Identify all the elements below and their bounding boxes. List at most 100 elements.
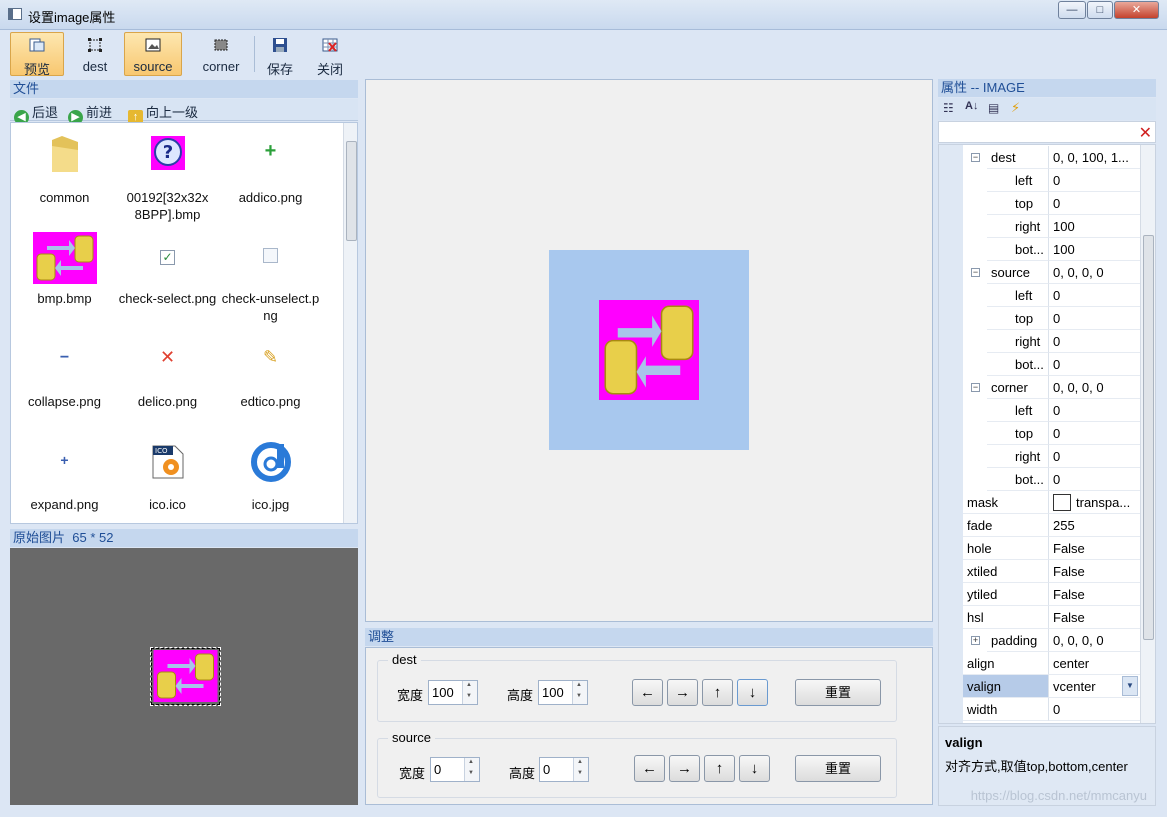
property-row[interactable]: left 0 [939, 284, 1140, 307]
scroll-thumb[interactable] [1143, 235, 1154, 640]
file-item[interactable]: bmp.bmp [13, 232, 116, 307]
property-value[interactable]: 0 [1048, 698, 1140, 721]
property-value[interactable]: center [1048, 652, 1140, 675]
source-up-button[interactable]: ↑ [704, 755, 735, 782]
dest-button[interactable]: dest [68, 32, 122, 76]
property-value[interactable]: 0 [1048, 445, 1140, 468]
dropdown-arrow-icon[interactable]: ▼ [1122, 676, 1138, 696]
source-height-input[interactable]: 0 [539, 757, 589, 782]
color-swatch[interactable] [1053, 494, 1071, 511]
property-search-input[interactable]: ✕ [938, 121, 1156, 143]
minimize-button[interactable]: — [1058, 1, 1086, 19]
expand-icon[interactable]: + [971, 636, 980, 645]
property-row[interactable]: right 100 [939, 215, 1140, 238]
property-row[interactable]: left 0 [939, 399, 1140, 422]
property-value[interactable]: 0 [1048, 192, 1140, 215]
file-item[interactable]: common [13, 131, 116, 206]
property-value[interactable]: 255 [1048, 514, 1140, 537]
dest-down-button[interactable]: ↓ [737, 679, 768, 706]
corner-button[interactable]: corner [190, 32, 252, 76]
property-row[interactable]: − corner 0, 0, 0, 0 [939, 376, 1140, 399]
back-button[interactable]: ◀ 后退 [14, 102, 58, 125]
property-row[interactable]: valign vcenter ▼ [939, 675, 1140, 698]
property-row[interactable]: width 0 [939, 698, 1140, 721]
property-value[interactable]: 0 [1048, 468, 1140, 491]
file-item[interactable]: ico.jpg [219, 438, 322, 513]
property-value[interactable]: 0 [1048, 353, 1140, 376]
property-value[interactable]: 100 [1048, 238, 1140, 261]
property-row[interactable]: left 0 [939, 169, 1140, 192]
property-value[interactable]: 0, 0, 0, 0 [1048, 261, 1140, 284]
forward-button[interactable]: ▶ 前进 [68, 102, 112, 125]
property-row[interactable]: bot... 100 [939, 238, 1140, 261]
save-button[interactable]: 保存 [258, 32, 302, 77]
property-value[interactable]: 0 [1048, 307, 1140, 330]
property-row[interactable]: ytiled False [939, 583, 1140, 606]
collapse-icon[interactable]: − [971, 268, 980, 277]
property-value[interactable]: 0 [1048, 169, 1140, 192]
file-item[interactable]: ✎ edtico.png [219, 335, 322, 410]
property-row[interactable]: hsl False [939, 606, 1140, 629]
property-value[interactable]: 0 [1048, 399, 1140, 422]
property-row[interactable]: top 0 [939, 422, 1140, 445]
clear-search-icon[interactable]: ✕ [1139, 123, 1152, 143]
file-list-scrollbar[interactable] [343, 123, 357, 523]
property-row[interactable]: fade 255 [939, 514, 1140, 537]
dest-width-input[interactable]: 100 [428, 680, 478, 705]
property-value[interactable]: 100 [1048, 215, 1140, 238]
property-value[interactable]: False [1048, 537, 1140, 560]
file-item[interactable]: ICO ico.ico [116, 438, 219, 513]
sort-az-icon[interactable]: A↓ [965, 100, 978, 112]
property-row[interactable]: xtiled False [939, 560, 1140, 583]
property-row[interactable]: right 0 [939, 445, 1140, 468]
property-value[interactable]: 0 [1048, 422, 1140, 445]
property-row[interactable]: bot... 0 [939, 468, 1140, 491]
events-lightning-icon[interactable]: ⚡ [1011, 100, 1020, 116]
property-row[interactable]: top 0 [939, 192, 1140, 215]
property-value[interactable]: False [1048, 560, 1140, 583]
collapse-icon[interactable]: − [971, 383, 980, 392]
source-width-input[interactable]: 0 [430, 757, 480, 782]
source-left-button[interactable]: ← [634, 755, 665, 782]
dest-right-button[interactable]: → [667, 679, 698, 706]
maximize-button[interactable]: □ [1087, 1, 1113, 19]
property-grid-scrollbar[interactable] [1140, 145, 1155, 723]
file-item[interactable]: ✕ delico.png [116, 335, 219, 410]
property-value[interactable]: vcenter ▼ [1048, 675, 1140, 698]
property-value[interactable]: 0 [1048, 330, 1140, 353]
property-value[interactable]: False [1048, 606, 1140, 629]
file-item[interactable]: + addico.png [219, 131, 322, 206]
property-value[interactable]: transpa... [1048, 491, 1140, 514]
preview-button[interactable]: 预览 [10, 32, 64, 77]
spin-arrows-icon[interactable] [462, 681, 477, 704]
property-row[interactable]: mask transpa... [939, 491, 1140, 514]
property-value[interactable]: False [1048, 583, 1140, 606]
close-button[interactable]: 关闭 [308, 32, 352, 77]
property-row[interactable]: right 0 [939, 330, 1140, 353]
property-pages-icon[interactable]: ▤ [988, 101, 999, 115]
source-reset-button[interactable]: 重置 [795, 755, 881, 782]
file-item[interactable]: check-unselect.png [219, 232, 322, 324]
property-row[interactable]: + padding 0, 0, 0, 0 [939, 629, 1140, 652]
property-row[interactable]: hole False [939, 537, 1140, 560]
spin-arrows-icon[interactable] [464, 758, 479, 781]
source-down-button[interactable]: ↓ [739, 755, 770, 782]
original-image-selection[interactable] [150, 647, 221, 706]
scroll-thumb[interactable] [346, 141, 357, 241]
property-row[interactable]: bot... 0 [939, 353, 1140, 376]
spin-arrows-icon[interactable] [572, 681, 587, 704]
property-row[interactable]: − dest 0, 0, 100, 1... [939, 146, 1140, 169]
property-value[interactable]: 0, 0, 0, 0 [1048, 376, 1140, 399]
dest-reset-button[interactable]: 重置 [795, 679, 881, 706]
property-row[interactable]: align center [939, 652, 1140, 675]
dest-up-button[interactable]: ↑ [702, 679, 733, 706]
source-right-button[interactable]: → [669, 755, 700, 782]
property-row[interactable]: − source 0, 0, 0, 0 [939, 261, 1140, 284]
categorized-icon[interactable]: ☷ [943, 101, 954, 115]
file-item[interactable]: ? 00192[32x32x8BPP].bmp [116, 131, 219, 223]
file-item[interactable]: ✓ check-select.png [116, 232, 219, 307]
property-value[interactable]: 0 [1048, 284, 1140, 307]
property-value[interactable]: 0, 0, 100, 1... [1048, 146, 1140, 169]
dest-left-button[interactable]: ← [632, 679, 663, 706]
dest-height-input[interactable]: 100 [538, 680, 588, 705]
